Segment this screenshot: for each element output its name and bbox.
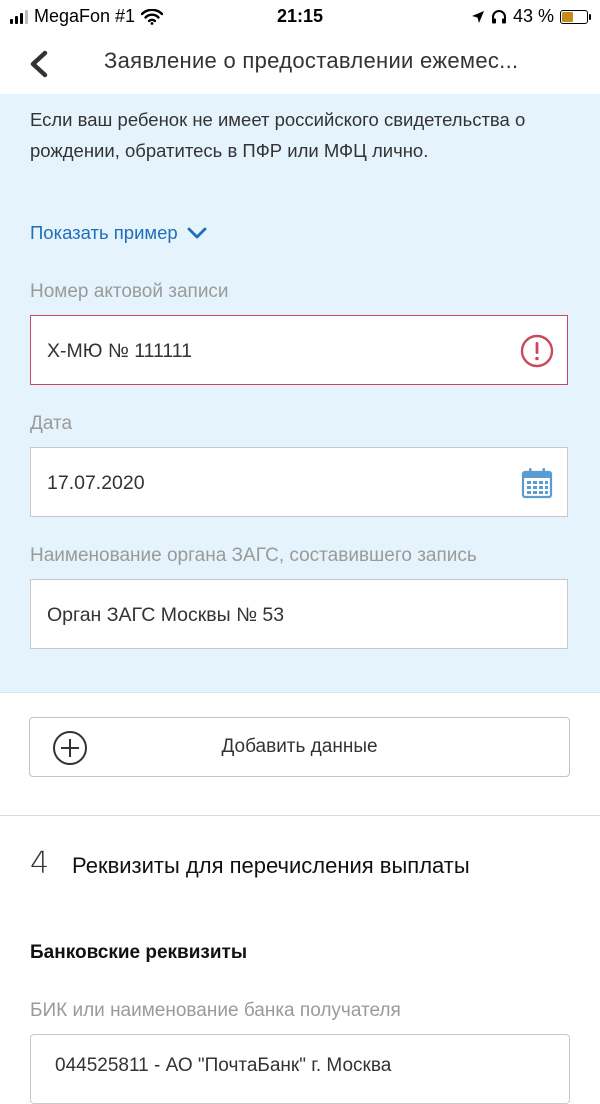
bank-select-field[interactable]: 044525811 - АО "ПочтаБанк" г. Москва bbox=[30, 1034, 570, 1104]
error-icon bbox=[520, 334, 554, 368]
back-button[interactable] bbox=[20, 44, 60, 84]
chevron-down-icon bbox=[187, 227, 207, 239]
battery-percent: 43 % bbox=[512, 6, 554, 26]
record-number-field[interactable]: Х-МЮ № 111111 bbox=[30, 315, 568, 385]
bank-field-value: 044525811 - АО "ПочтаБанк" г. Москва bbox=[55, 1055, 392, 1076]
registry-office-label: Наименование органа ЗАГС, составившего з… bbox=[30, 545, 477, 566]
date-label: Дата bbox=[30, 413, 73, 434]
page-title: Заявление о предоставлении ежемес... bbox=[104, 48, 519, 73]
show-example-link[interactable]: Показать пример bbox=[30, 222, 208, 244]
bank-field-label: БИК или наименование банка получателя bbox=[30, 1000, 401, 1021]
battery-icon bbox=[560, 9, 591, 24]
date-field[interactable]: 17.07.2020 bbox=[30, 447, 568, 517]
section-title: Реквизиты для перечисления выплаты bbox=[72, 853, 470, 878]
nav-bar: Заявление о предоставлении ежемес... bbox=[0, 34, 600, 92]
date-value: 17.07.2020 bbox=[47, 472, 145, 494]
add-data-button[interactable]: Добавить данные bbox=[29, 717, 570, 777]
status-right: 43 % bbox=[471, 6, 591, 27]
location-arrow-icon bbox=[471, 10, 484, 23]
notice-text: Если ваш ребенок не имеет российского св… bbox=[30, 109, 526, 161]
calendar-icon[interactable] bbox=[519, 465, 555, 501]
record-number-label: Номер актовой записи bbox=[30, 281, 229, 302]
record-number-value: Х-МЮ № 111111 bbox=[47, 340, 193, 362]
birth-record-panel: Если ваш ребенок не имеет российского св… bbox=[0, 94, 600, 693]
headphones-icon bbox=[491, 9, 506, 23]
section-number: 4 bbox=[30, 846, 50, 881]
bank-details-heading: Банковские реквизиты bbox=[30, 942, 248, 963]
section-divider bbox=[0, 815, 600, 816]
add-data-label: Добавить данные bbox=[221, 736, 378, 757]
status-bar: MegaFon #1 21:15 43 % bbox=[0, 0, 600, 34]
registry-office-value: Орган ЗАГС Москвы № 53 bbox=[47, 604, 285, 626]
registry-office-field[interactable]: Орган ЗАГС Москвы № 53 bbox=[30, 579, 568, 649]
back-chevron-icon bbox=[30, 50, 48, 78]
show-example-label: Показать пример bbox=[30, 222, 178, 243]
